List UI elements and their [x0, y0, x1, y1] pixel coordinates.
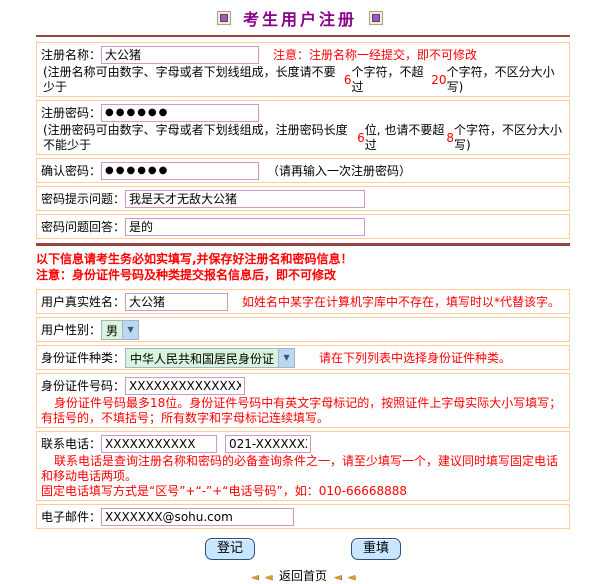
register-button[interactable]: 登记: [205, 538, 255, 560]
window-icon: [369, 11, 383, 25]
gender-label: 用户性别：: [41, 321, 101, 338]
phone-label: 联系电话：: [41, 435, 101, 452]
id-type-row: 身份证件种类： 中华人民共和国居民身份证 ▼ 请在下列列表中选择身份证件种类。: [36, 345, 570, 370]
reg-name-input[interactable]: [101, 46, 259, 64]
email-input[interactable]: [101, 508, 294, 526]
real-name-label: 用户真实姓名：: [41, 293, 125, 310]
back-home-link[interactable]: 返回首页: [279, 569, 327, 583]
email-row: 电子邮件：: [36, 504, 570, 529]
confirm-password-row: 确认密码： （请再输入一次注册密码）: [36, 158, 570, 183]
gender-select[interactable]: 男 ▼: [101, 320, 139, 340]
phone-note-1: 联系电话是查询注册名称和密码的必备查询条件之一，请至少填写一个，建议同时填写固定…: [41, 454, 565, 484]
id-number-note: 身份证件号码最多18位。身份证件号码中有英文字母标记的，按照证件上字母实际大小写…: [41, 396, 565, 426]
password-answer-row: 密码问题回答：: [36, 214, 570, 239]
registration-form: 注册名称： 注意：注册名称一经提交，即不可修改 (注册名称可由数字、字母或者下划…: [36, 42, 570, 584]
section-notice: 以下信息请考生务必如实填写,并保存好注册名和密码信息！ 注意：身份证件号码及种类…: [36, 251, 570, 283]
password-question-input[interactable]: [125, 190, 365, 208]
window-icon: [217, 11, 231, 25]
reg-password-hint: (注册密码可由数字、字母或者下划线组成，注册密码长度不能少于6位, 也请不要超过…: [41, 123, 565, 153]
registration-page: 考生用户注册 注册名称： 注意：注册名称一经提交，即不可修改 (注册名称可由数字…: [0, 0, 600, 584]
footer: ◄ ◄ 返回首页 ◄ ◄: [36, 567, 570, 584]
page-title: 考生用户注册: [243, 6, 357, 30]
confirm-password-label: 确认密码：: [41, 162, 101, 179]
reg-password-row: 注册密码： (注册密码可由数字、字母或者下划线组成，注册密码长度不能少于6位, …: [36, 100, 570, 155]
password-answer-input[interactable]: [125, 218, 365, 236]
chevron-down-icon[interactable]: ▼: [122, 321, 138, 339]
id-type-select[interactable]: 中华人民共和国居民身份证 ▼: [125, 348, 295, 368]
email-label: 电子邮件：: [41, 508, 101, 525]
reg-name-row: 注册名称： 注意：注册名称一经提交，即不可修改 (注册名称可由数字、字母或者下划…: [36, 42, 570, 97]
gold-arrow-icon: ◄: [264, 572, 272, 583]
button-row: 登记 重填: [36, 538, 570, 560]
id-type-label: 身份证件种类：: [41, 349, 125, 366]
chevron-down-icon[interactable]: ▼: [278, 349, 294, 367]
reg-name-warning: 注意：注册名称一经提交，即不可修改: [273, 46, 477, 63]
id-number-label: 身份证件号码：: [41, 377, 125, 394]
real-name-note: 如姓名中某字在计算机字库中不存在，填写时以*代替该字。: [242, 293, 560, 310]
password-question-row: 密码提示问题：: [36, 186, 570, 211]
reg-name-hint: (注册名称可由数字、字母或者下划线组成，长度请不要少于6个字符，不超过20个字符…: [41, 65, 565, 95]
gold-arrow-icon: ◄: [334, 572, 342, 583]
notice-line-2: 注意：身份证件号码及种类提交报名信息后，即不可修改: [36, 267, 570, 283]
id-type-note: 请在下列列表中选择身份证件种类。: [319, 349, 511, 366]
reg-name-label: 注册名称：: [41, 46, 101, 63]
title-bar: 考生用户注册: [0, 0, 600, 33]
confirm-password-hint: （请再输入一次注册密码）: [267, 162, 411, 179]
landline-phone-input[interactable]: [225, 435, 311, 453]
phone-row: 联系电话： 联系电话是查询注册名称和密码的必备查询条件之一，请至少填写一个，建议…: [36, 431, 570, 501]
password-question-label: 密码提示问题：: [41, 190, 125, 207]
password-answer-label: 密码问题回答：: [41, 218, 125, 235]
reg-password-label: 注册密码：: [41, 104, 101, 121]
mobile-phone-input[interactable]: [101, 435, 217, 453]
gender-selected-value: 男: [102, 321, 122, 339]
section-divider: [36, 243, 570, 246]
gold-arrow-icon: ◄: [347, 572, 355, 583]
id-number-row: 身份证件号码： 身份证件号码最多18位。身份证件号码中有英文字母标记的，按照证件…: [36, 373, 570, 428]
id-number-input[interactable]: [125, 377, 245, 395]
real-name-row: 用户真实姓名： 如姓名中某字在计算机字库中不存在，填写时以*代替该字。: [36, 289, 570, 314]
id-type-selected-value: 中华人民共和国居民身份证: [126, 349, 278, 367]
reg-password-input[interactable]: [101, 104, 259, 122]
real-name-input[interactable]: [125, 293, 228, 311]
phone-note-2: 固定电话填写方式是“区号”+“-”+“电话号码”，如：010-66668888: [41, 484, 565, 499]
confirm-password-input[interactable]: [101, 162, 259, 180]
notice-line-1: 以下信息请考生务必如实填写,并保存好注册名和密码信息！: [36, 251, 570, 267]
divider: [36, 35, 570, 37]
gender-row: 用户性别： 男 ▼: [36, 317, 570, 342]
reset-button[interactable]: 重填: [351, 538, 401, 560]
gold-arrow-icon: ◄: [251, 572, 259, 583]
